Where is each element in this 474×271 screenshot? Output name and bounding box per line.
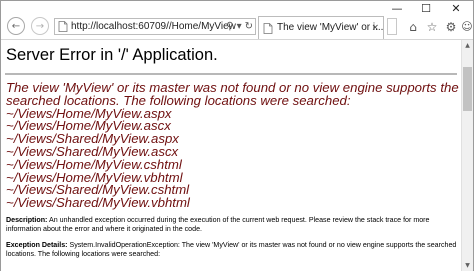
title-divider (5, 73, 457, 75)
favorites-icon[interactable]: ☆ (424, 18, 440, 35)
title-bar: — ☐ ✕ (1, 1, 473, 15)
description-block: Description: An unhandled exception occu… (6, 216, 458, 234)
page-icon (58, 21, 68, 32)
feedback-smiley-icon[interactable]: ☺ (459, 18, 474, 35)
exception-label: Exception Details: (6, 241, 68, 249)
vertical-scrollbar[interactable]: ▲ ▼ (461, 40, 473, 271)
exception-block: Exception Details: System.InvalidOperati… (6, 241, 458, 259)
description-text: An unhandled exception occurred during t… (6, 216, 430, 233)
scroll-thumb[interactable] (463, 67, 472, 111)
home-icon[interactable]: ⌂ (405, 18, 421, 35)
new-tab-button[interactable] (387, 18, 397, 35)
forward-button[interactable]: → (31, 17, 49, 35)
dropdown-icon[interactable]: ▾ (237, 21, 242, 32)
page-content: Server Error in '/' Application. The vie… (1, 40, 461, 271)
maximize-button[interactable]: ☐ (413, 1, 439, 15)
tab-title[interactable]: The view 'MyView' or i... (277, 21, 383, 35)
scroll-up-arrow-icon[interactable]: ▲ (462, 40, 473, 51)
back-button[interactable]: ← (7, 17, 25, 35)
scroll-down-arrow-icon[interactable]: ▼ (462, 260, 473, 271)
close-window-button[interactable]: ✕ (443, 1, 469, 15)
browser-window: — ☐ ✕ ← → http://localhost:60709//Home/M… (0, 0, 474, 271)
address-bar[interactable]: http://localhost:60709//Home/MyView ⚲ ▾ … (54, 18, 256, 35)
exception-text: System.InvalidOperationException: The vi… (6, 241, 457, 258)
error-line: ~/Views/Shared/MyView.vbhtml (6, 195, 190, 211)
address-icons: ⚲ ▾ ↻ (226, 19, 253, 34)
page-icon (263, 23, 273, 34)
settings-gear-icon[interactable]: ⚙ (443, 18, 459, 35)
search-icon[interactable]: ⚲ (226, 21, 233, 32)
tab-active[interactable]: The view 'MyView' or i... × (258, 16, 384, 39)
tab-close-icon[interactable]: × (371, 21, 379, 35)
page-title: Server Error in '/' Application. (6, 46, 218, 64)
browser-toolbar: ← → http://localhost:60709//Home/MyView … (1, 15, 473, 39)
url-text[interactable]: http://localhost:60709//Home/MyView (71, 20, 236, 34)
error-message: The view 'MyView' or its master was not … (6, 81, 459, 211)
minimize-button[interactable]: — (384, 1, 410, 15)
description-label: Description: (6, 216, 48, 224)
refresh-icon[interactable]: ↻ (245, 21, 253, 32)
